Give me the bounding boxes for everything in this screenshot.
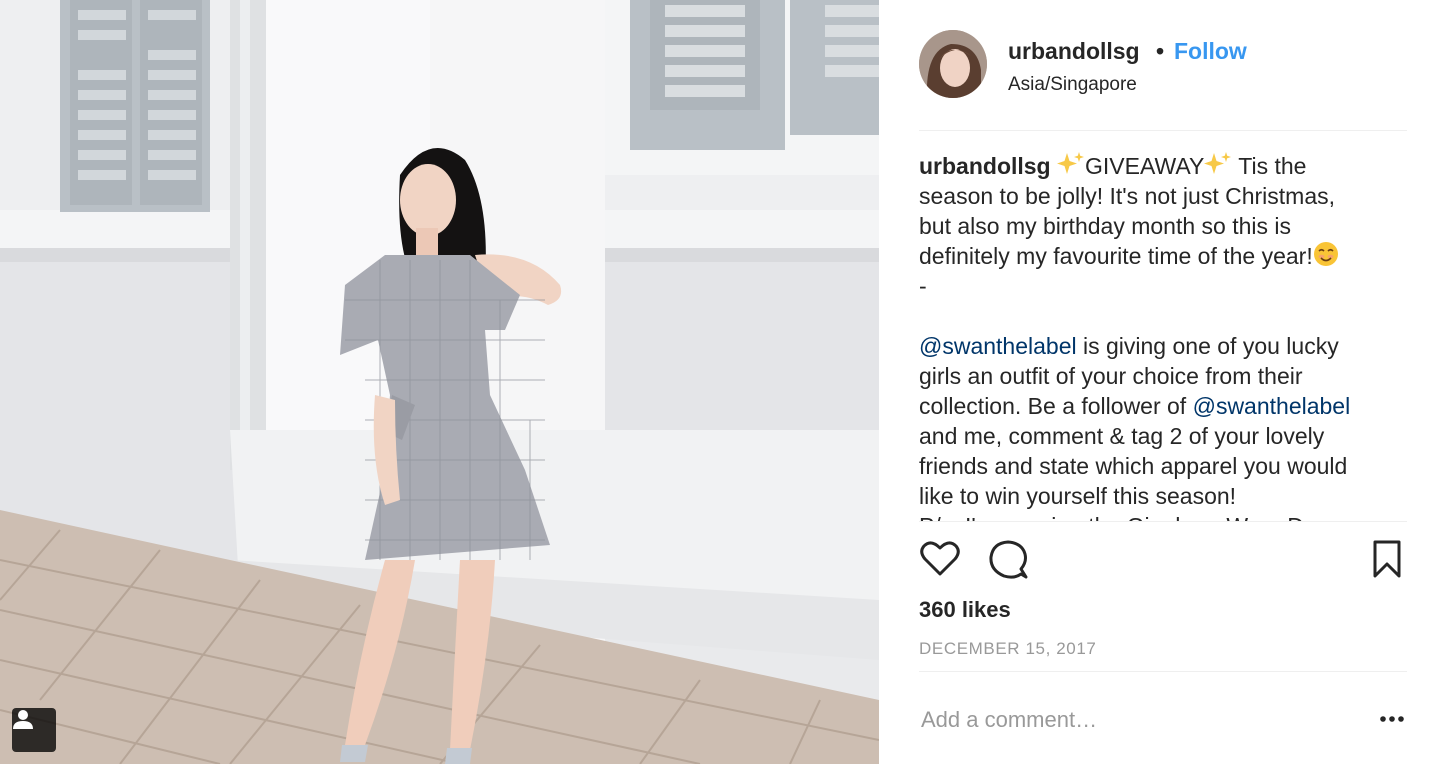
caption-divider bbox=[919, 521, 1407, 522]
separator-dot: • bbox=[1156, 38, 1165, 64]
caption-blank-line bbox=[919, 301, 1407, 331]
likes-count[interactable]: 360 likes bbox=[919, 597, 1011, 623]
post-side-panel: urbandollsg • Follow Asia/Singapore urba… bbox=[919, 0, 1407, 764]
caption-text: collection. Be a follower of bbox=[919, 393, 1193, 419]
action-bar bbox=[919, 538, 1407, 584]
comment-icon bbox=[989, 540, 1028, 579]
location-link[interactable]: Asia/Singapore bbox=[1008, 74, 1137, 96]
caption-username[interactable]: urbandollsg bbox=[919, 153, 1051, 179]
caption-text: is giving one of you lucky bbox=[1076, 333, 1339, 359]
like-button[interactable] bbox=[919, 538, 961, 585]
sparkles-icon bbox=[1204, 152, 1232, 174]
heart-icon bbox=[920, 541, 960, 576]
caption-line: @swanthelabel is giving one of you lucky bbox=[919, 331, 1407, 361]
caption-line: urbandollsg GIVEAWAY Tis the bbox=[919, 151, 1407, 181]
caption-text: definitely my favourite time of the year… bbox=[919, 243, 1313, 269]
caption-line: season to be jolly! It's not just Christ… bbox=[919, 183, 1336, 209]
header-divider bbox=[919, 130, 1407, 131]
comment-divider bbox=[919, 671, 1407, 672]
more-options-button[interactable] bbox=[1379, 712, 1407, 726]
mention-link[interactable]: @swanthelabel bbox=[919, 333, 1077, 359]
post-caption: urbandollsg GIVEAWAY Tis the season to b… bbox=[919, 151, 1407, 521]
user-tag-button[interactable] bbox=[12, 708, 56, 752]
post-header: urbandollsg • Follow Asia/Singapore bbox=[919, 30, 1407, 100]
comment-button[interactable] bbox=[987, 538, 1029, 585]
comment-input[interactable] bbox=[921, 703, 1361, 737]
caption-line: - bbox=[919, 273, 927, 299]
caption-line: like to win yourself this season! bbox=[919, 483, 1237, 509]
caption-line: P/s: I'm wearing the Gingham Wrap Dress bbox=[919, 511, 1407, 521]
caption-line: friends and state which apparel you woul… bbox=[919, 453, 1348, 479]
follow-button[interactable]: Follow bbox=[1174, 38, 1247, 65]
caption-line: and me, comment & tag 2 of your lovely bbox=[919, 423, 1325, 449]
smiling-face-icon bbox=[1313, 242, 1338, 266]
user-tag-icon bbox=[13, 710, 33, 729]
save-button[interactable] bbox=[1371, 538, 1403, 585]
caption-line: but also my birthday month so this is bbox=[919, 213, 1291, 239]
caption-text: Tis the bbox=[1232, 153, 1307, 179]
sparkles-icon bbox=[1057, 152, 1085, 174]
post-photo[interactable] bbox=[0, 0, 879, 764]
caption-line: definitely my favourite time of the year… bbox=[919, 241, 1407, 271]
photo-illustration bbox=[0, 0, 879, 764]
caption-giveaway: GIVEAWAY bbox=[1085, 153, 1205, 179]
mention-link[interactable]: @swanthelabel bbox=[1193, 393, 1351, 419]
caption-line: collection. Be a follower of @swanthelab… bbox=[919, 391, 1407, 421]
more-options-icon bbox=[1380, 716, 1404, 722]
caption-line: girls an outfit of your choice from thei… bbox=[919, 363, 1303, 389]
post-date: DECEMBER 15, 2017 bbox=[919, 639, 1097, 658]
avatar-image bbox=[919, 30, 987, 98]
avatar[interactable] bbox=[919, 30, 987, 98]
bookmark-icon bbox=[1373, 540, 1401, 578]
username-link[interactable]: urbandollsg bbox=[1008, 38, 1140, 65]
